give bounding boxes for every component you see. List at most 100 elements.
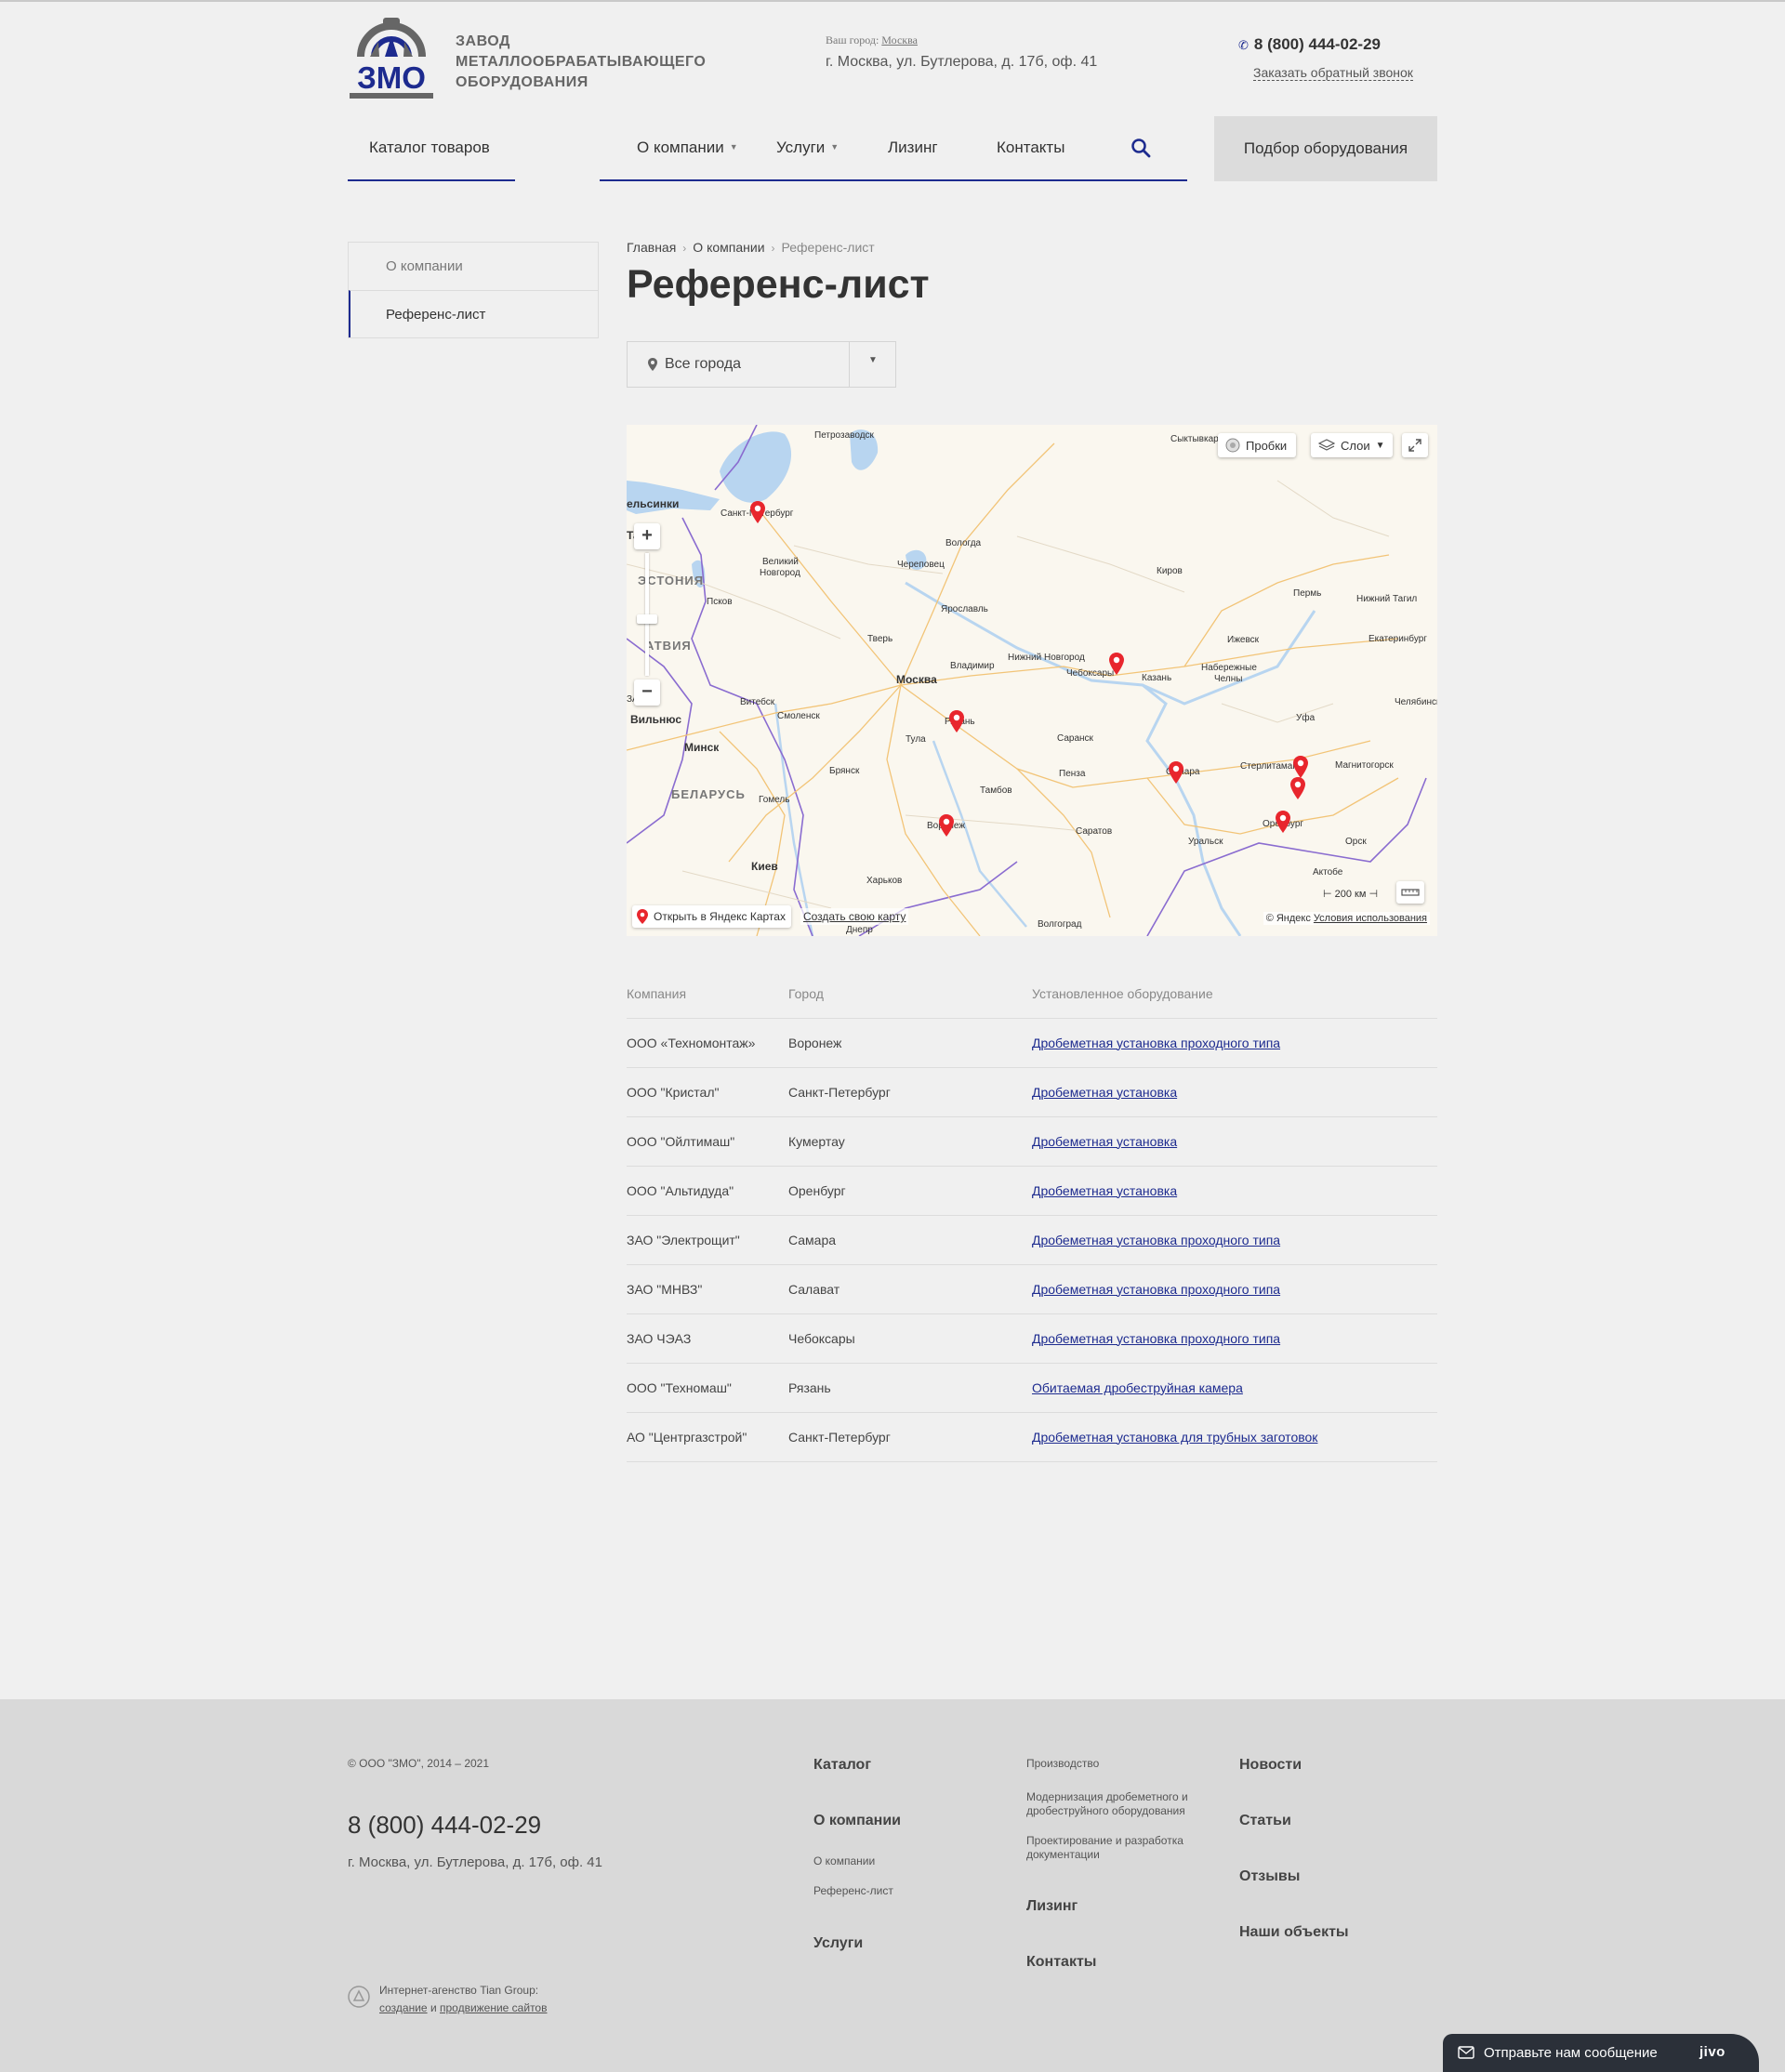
equipment-pick-button[interactable]: Подбор оборудования xyxy=(1214,116,1437,181)
city-cell: Воронеж xyxy=(788,1018,1032,1068)
nav-item-label: О компании xyxy=(637,139,724,156)
jivo-chat-widget[interactable]: Отправьте нам сообщение jivo xyxy=(1443,2034,1759,2072)
zoom-slider-thumb[interactable] xyxy=(637,614,657,624)
map-marker-icon[interactable] xyxy=(749,500,766,524)
search-icon[interactable] xyxy=(1130,137,1152,159)
city-filter-select[interactable]: Все города ▼ xyxy=(627,341,896,388)
footer-link-reference[interactable]: Референс-лист xyxy=(813,1884,893,1898)
company-cell: ЗАО "МНВЗ" xyxy=(627,1264,788,1314)
map-city-label: Орск xyxy=(1345,837,1367,847)
footer: © ООО "ЗМО", 2014 – 2021 8 (800) 444-02-… xyxy=(0,1699,1785,2072)
breadcrumb-current: Референс-лист xyxy=(781,240,875,255)
zoom-out-button[interactable]: − xyxy=(634,680,660,706)
map-marker-icon[interactable] xyxy=(1168,760,1184,785)
company-logo[interactable]: ЗМО xyxy=(348,16,435,99)
table-row: ЗАО ЧЭАЗ Чебоксары Дробеметная установка п… xyxy=(627,1313,1437,1364)
map-marker-icon[interactable] xyxy=(938,813,955,838)
nav-item-services[interactable]: Услуги ▼ xyxy=(776,139,839,157)
reference-map[interactable]: Петрозаводск Сыктывкар ельсинки Санкт-Пе… xyxy=(627,425,1437,936)
map-city-label: Магнитогорск xyxy=(1335,760,1394,771)
breadcrumb-about[interactable]: О компании xyxy=(693,240,764,255)
footer-link-reviews[interactable]: Отзывы xyxy=(1239,1868,1300,1885)
map-marker-icon[interactable] xyxy=(1289,776,1306,800)
nav-item-label: Услуги xyxy=(776,139,826,156)
breadcrumb-home[interactable]: Главная xyxy=(627,240,676,255)
catalog-nav[interactable]: Каталог товаров xyxy=(348,116,515,181)
city-selector: Ваш город: Москва xyxy=(826,33,918,47)
callback-link[interactable]: Заказать обратный звонок xyxy=(1253,65,1413,81)
equipment-link[interactable]: Дробеметная установка для трубных загото… xyxy=(1032,1430,1317,1445)
agency-logo-icon[interactable] xyxy=(348,1986,370,2008)
company-cell: ООО «Техномонтаж» xyxy=(627,1018,788,1068)
equipment-link[interactable]: Дробеметная установка проходного типа xyxy=(1032,1331,1280,1346)
map-marker-icon[interactable] xyxy=(948,709,965,733)
footer-link-modernization[interactable]: Модернизация дробеметного и дробеструйно… xyxy=(1026,1790,1212,1818)
ruler-icon xyxy=(1401,889,1420,896)
map-city-label: Нижний Новгород xyxy=(1008,653,1085,663)
footer-link-leasing[interactable]: Лизинг xyxy=(1026,1898,1078,1915)
top-border xyxy=(0,0,1785,2)
footer-link-objects[interactable]: Наши объекты xyxy=(1239,1924,1349,1941)
header-address: г. Москва, ул. Бутлерова, д. 17б, оф. 41 xyxy=(826,54,1098,70)
city-cell: Чебоксары xyxy=(788,1313,1032,1364)
footer-link-design[interactable]: Проектирование и разработка документации xyxy=(1026,1834,1212,1862)
map-city-label: Пермь xyxy=(1293,588,1322,599)
header-phone[interactable]: ✆ 8 (800) 444-02-29 xyxy=(1238,35,1381,54)
footer-link-contacts[interactable]: Контакты xyxy=(1026,1954,1096,1971)
nav-item-label: Лизинг xyxy=(888,139,938,156)
map-city-label: Вильнюс xyxy=(630,713,682,726)
footer-link-production[interactable]: Производство xyxy=(1026,1757,1099,1771)
traffic-icon xyxy=(1225,438,1240,453)
city-filter-toggle[interactable]: ▼ xyxy=(849,342,895,387)
caret-down-icon: ▼ xyxy=(830,142,840,152)
equipment-link[interactable]: Дробеметная установка проходного типа xyxy=(1032,1233,1280,1247)
equipment-link[interactable]: Дробеметная установка проходного типа xyxy=(1032,1282,1280,1297)
map-city-label: Минск xyxy=(684,741,720,754)
nav-item-contacts[interactable]: Контакты xyxy=(997,139,1064,157)
map-city-label: Уральск xyxy=(1188,837,1223,847)
city-cell: Салават xyxy=(788,1264,1032,1314)
map-marker-icon[interactable] xyxy=(1275,810,1291,834)
footer-phone[interactable]: 8 (800) 444-02-29 xyxy=(348,1811,541,1840)
fullscreen-button[interactable] xyxy=(1402,433,1428,457)
equipment-link[interactable]: Дробеметная установка проходного типа xyxy=(1032,1036,1280,1050)
equipment-link[interactable]: Дробеметная установка xyxy=(1032,1134,1177,1149)
map-city-label: Стерлитамак xyxy=(1240,761,1297,772)
agency-link-promo[interactable]: продвижение сайтов xyxy=(440,2001,548,2014)
table-header-equipment: Установленное оборудование xyxy=(1032,970,1437,1019)
footer-link-catalog[interactable]: Каталог xyxy=(813,1757,871,1774)
company-cell: ЗАО ЧЭАЗ xyxy=(627,1313,788,1364)
equipment-link[interactable]: Обитаемая дробеструйная камера xyxy=(1032,1380,1243,1395)
city-link[interactable]: Москва xyxy=(881,33,918,46)
nav-item-about[interactable]: О компании ▼ xyxy=(637,139,738,157)
zoom-in-button[interactable]: + xyxy=(634,523,660,549)
map-city-label: Киров xyxy=(1157,566,1183,576)
footer-link-about-sub[interactable]: О компании xyxy=(813,1854,875,1868)
agency-credit: Интернет-агенство Tian Group: создание и… xyxy=(379,1982,547,2017)
equipment-link[interactable]: Дробеметная установка xyxy=(1032,1085,1177,1100)
footer-link-about[interactable]: О компании xyxy=(813,1813,901,1829)
map-copyright-text: © Яндекс xyxy=(1265,913,1311,924)
nav-item-label: Контакты xyxy=(997,139,1065,156)
ruler-button[interactable] xyxy=(1396,881,1424,904)
sidebar-item-reference-list[interactable]: Референс-лист xyxy=(349,290,598,337)
layers-button[interactable]: Слои ▼ xyxy=(1311,433,1393,457)
equipment-link[interactable]: Дробеметная установка xyxy=(1032,1183,1177,1198)
create-map-link[interactable]: Создать свою карту xyxy=(800,908,909,925)
agency-link-create[interactable]: создание xyxy=(379,2001,428,2014)
mail-icon xyxy=(1458,2046,1474,2059)
footer-link-services[interactable]: Услуги xyxy=(813,1935,863,1952)
traffic-button[interactable]: Пробки xyxy=(1218,433,1297,457)
company-cell: ООО "Кристал" xyxy=(627,1067,788,1117)
map-terms-link[interactable]: Условия использования xyxy=(1314,913,1427,924)
brand-line: ЗАВОД xyxy=(456,33,510,49)
footer-link-articles[interactable]: Статьи xyxy=(1239,1813,1291,1829)
main-nav: О компании ▼ Услуги ▼ Лизинг Контакты xyxy=(600,116,1187,181)
open-yandex-maps-link[interactable]: Открыть в Яндекс Картах xyxy=(632,905,791,928)
sidebar-item-about[interactable]: О компании xyxy=(349,243,598,290)
map-city-label: Челябинск xyxy=(1395,697,1437,707)
table-row: ЗАО "МНВЗ" Салават Дробеметная установка п… xyxy=(627,1264,1437,1314)
footer-link-news[interactable]: Новости xyxy=(1239,1757,1302,1774)
nav-item-leasing[interactable]: Лизинг xyxy=(888,139,938,157)
map-marker-icon[interactable] xyxy=(1108,652,1125,676)
